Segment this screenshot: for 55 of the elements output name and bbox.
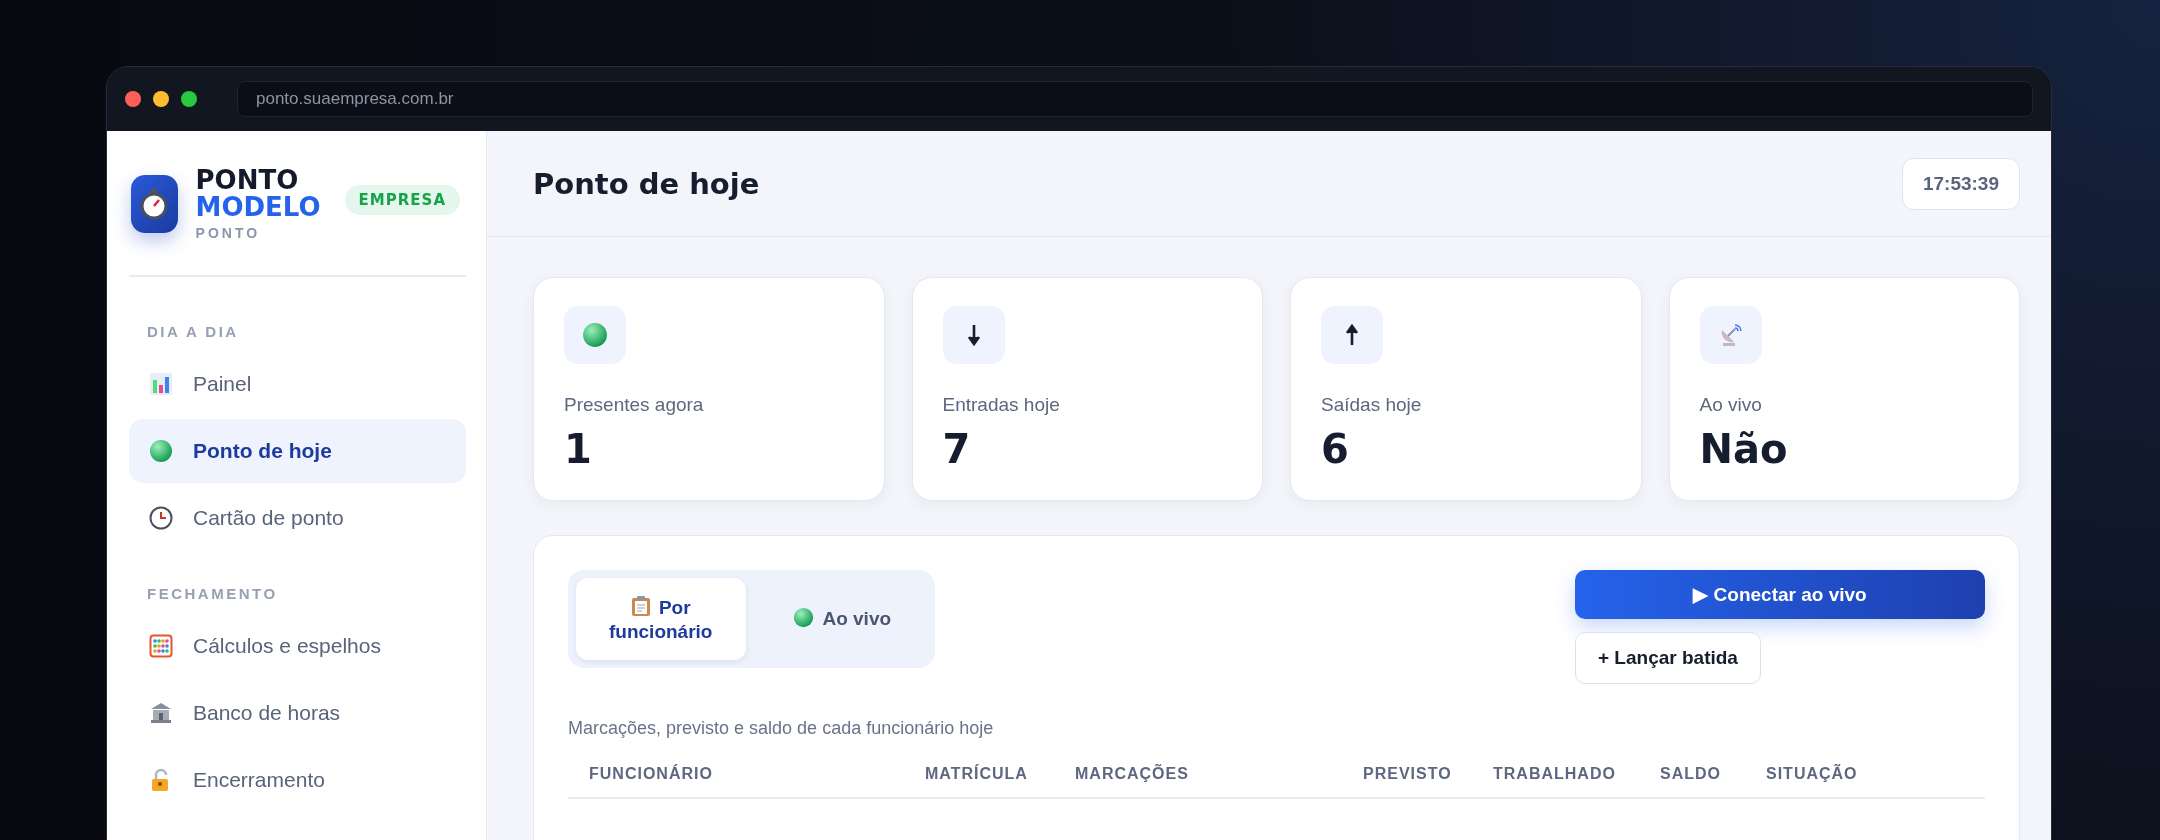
column-header: TRABALHADO xyxy=(1493,765,1617,783)
sidebar-section-title: FECHAMENTO xyxy=(146,584,279,604)
bar-chart-icon xyxy=(149,372,173,396)
column-header: FUNCIONÁRIO xyxy=(589,765,714,783)
stat-label: Entradas hoje xyxy=(942,394,1061,416)
panel-description: Marcações, previsto e saldo de cada funcionário hoje xyxy=(568,718,995,739)
ball-icon xyxy=(582,322,608,348)
clock-icon xyxy=(149,506,173,530)
sidebar-item-label: Cartão de ponto xyxy=(193,506,344,530)
connect-live-button[interactable]: ▶ Conectar ao vivo xyxy=(1575,570,1985,619)
stat-label: Ao vivo xyxy=(1699,394,1763,416)
sidebar-item[interactable]: Banco de horas xyxy=(129,681,466,745)
sidebar-item-label: Encerramento xyxy=(193,768,325,792)
stat-label: Presentes agora xyxy=(564,394,705,416)
sidebar-item-label: Painel xyxy=(193,372,252,396)
add-punch-button[interactable]: + Lançar batida xyxy=(1575,632,1761,684)
stat-value: 1 xyxy=(564,426,593,472)
sidebar-item-label: Cálculos e espelhos xyxy=(193,634,381,658)
minimize-window-icon[interactable] xyxy=(153,91,169,107)
sidebar-item-label: Banco de horas xyxy=(193,701,341,725)
column-header: MATRÍCULA xyxy=(925,765,1029,783)
sidebar-item[interactable]: Cartão de ponto xyxy=(129,486,466,550)
sidebar-item[interactable]: Painel xyxy=(129,352,466,416)
column-header: SITUAÇÃO xyxy=(1766,765,1859,783)
brand-name: PONTO xyxy=(195,167,300,194)
page-title: Ponto de hoje xyxy=(533,166,760,201)
clock-display: 17:53:39 xyxy=(1901,157,2020,210)
abacus-icon xyxy=(149,634,173,658)
view-tab[interactable]: Ao vivo xyxy=(757,578,927,660)
bank-icon xyxy=(149,701,173,725)
stat-value: Não xyxy=(1699,426,1789,472)
up-arrow-icon xyxy=(1345,324,1359,346)
brand-subtitle: PONTO xyxy=(195,225,262,241)
sidebar-item[interactable]: Cálculos e espelhos xyxy=(129,614,466,678)
brand-name: MODELO xyxy=(195,194,321,221)
sidebar-item[interactable]: Encerramento xyxy=(129,748,466,812)
address-bar[interactable]: ponto.suaempresa.com.br xyxy=(237,81,2033,117)
sidebar-item[interactable]: Ponto de hoje xyxy=(129,419,466,483)
sidebar-item-label: Ponto de hoje xyxy=(193,439,332,463)
down-arrow-icon xyxy=(966,324,981,346)
close-window-icon[interactable] xyxy=(125,91,141,107)
maximize-window-icon[interactable] xyxy=(181,91,197,107)
clipboard-icon xyxy=(630,594,651,617)
stat-value: 6 xyxy=(1321,426,1350,472)
view-tab[interactable]: Por funcionário xyxy=(576,578,746,660)
plan-badge: EMPRESA xyxy=(344,185,460,215)
sidebar-section-title: DIA A DIA xyxy=(146,322,240,342)
stat-label: Saídas hoje xyxy=(1321,394,1423,416)
ball-icon xyxy=(793,607,815,628)
column-header: SALDO xyxy=(1660,765,1722,783)
column-header: PREVISTO xyxy=(1363,765,1453,783)
stat-value: 7 xyxy=(942,426,972,472)
column-header: MARCAÇÕES xyxy=(1075,765,1190,783)
stopwatch-logo xyxy=(131,175,178,233)
ball-icon xyxy=(149,439,173,463)
